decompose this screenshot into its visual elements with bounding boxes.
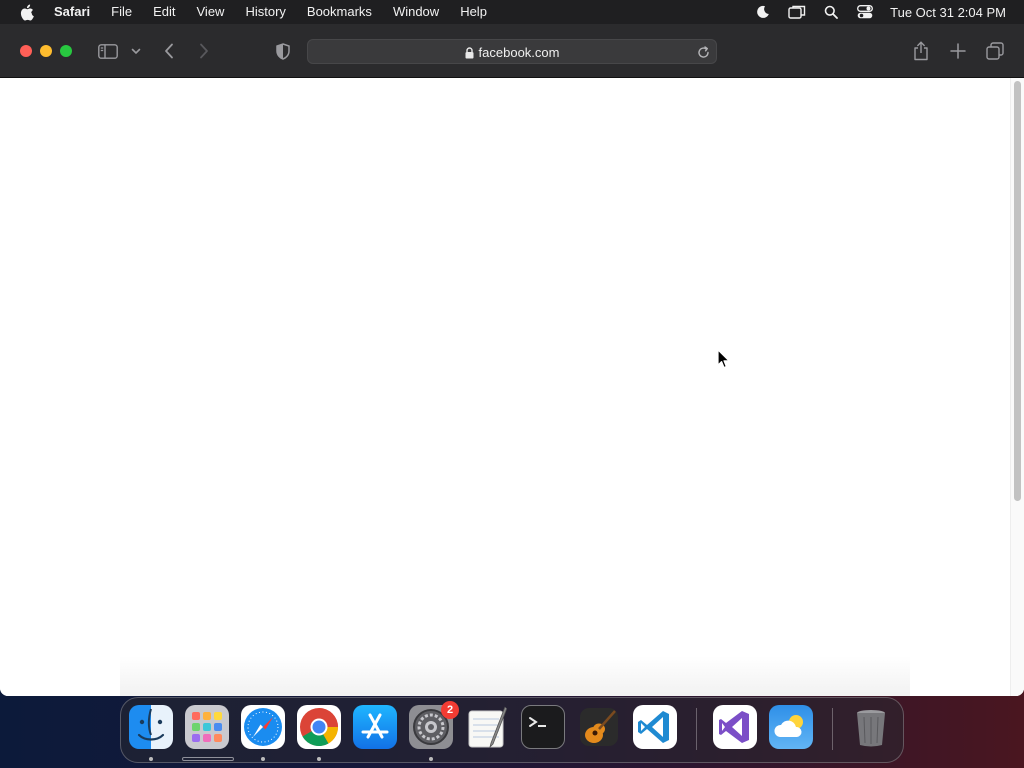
trash-icon xyxy=(849,705,893,749)
page-content[interactable] xyxy=(0,78,1024,696)
dock-chrome[interactable] xyxy=(297,705,343,751)
menu-file[interactable]: File xyxy=(111,0,132,24)
window-maximize-button[interactable] xyxy=(60,45,72,57)
mouse-cursor-icon xyxy=(717,349,731,369)
dock-system-settings[interactable]: 2 xyxy=(409,701,459,751)
menu-bookmarks[interactable]: Bookmarks xyxy=(307,0,372,24)
dock-finder[interactable] xyxy=(129,705,175,751)
share-icon[interactable] xyxy=(911,40,931,62)
guitar-icon xyxy=(577,705,621,749)
dock: 2 xyxy=(120,697,904,763)
dock-launchpad[interactable] xyxy=(185,705,231,751)
menubar-clock[interactable]: Tue Oct 31 2:04 PM xyxy=(890,5,1006,20)
dock-running-indicator xyxy=(429,757,433,761)
dock-safari[interactable] xyxy=(241,705,287,751)
spotlight-search-icon[interactable] xyxy=(822,4,840,20)
control-center-icon[interactable] xyxy=(856,4,874,20)
dock-app-store[interactable] xyxy=(353,705,399,751)
menu-help[interactable]: Help xyxy=(460,0,487,24)
menubar-status-area: Tue Oct 31 2:04 PM xyxy=(738,0,1024,24)
apple-menu-icon[interactable] xyxy=(19,4,35,20)
address-url[interactable]: facebook.com xyxy=(308,40,716,65)
window-minimize-button[interactable] xyxy=(40,45,52,57)
window-close-button[interactable] xyxy=(20,45,32,57)
menu-edit[interactable]: Edit xyxy=(153,0,175,24)
address-bar[interactable]: facebook.com xyxy=(307,39,717,64)
vscode-icon xyxy=(633,705,677,749)
notification-badge: 2 xyxy=(441,701,459,719)
dock-separator xyxy=(696,708,697,750)
menu-view[interactable]: View xyxy=(197,0,225,24)
address-text: facebook.com xyxy=(478,45,560,60)
finder-icon xyxy=(129,705,173,749)
reload-icon[interactable] xyxy=(695,44,711,60)
privacy-shield-icon[interactable] xyxy=(273,40,293,62)
safari-icon xyxy=(241,705,285,749)
dock-weather[interactable] xyxy=(769,705,815,751)
dock-textedit[interactable] xyxy=(465,705,511,751)
safari-window: facebook.com xyxy=(0,24,1024,696)
menu-app-safari[interactable]: Safari xyxy=(54,0,90,24)
chevron-down-icon[interactable] xyxy=(130,40,142,62)
dock-running-indicator xyxy=(261,757,265,761)
terminal-icon xyxy=(521,705,565,749)
weather-icon xyxy=(769,705,813,749)
dock-garageband[interactable] xyxy=(577,705,623,751)
moon-icon[interactable] xyxy=(754,4,772,20)
dock-separator xyxy=(832,708,833,750)
screen-mirroring-icon[interactable] xyxy=(788,4,806,20)
lock-icon xyxy=(465,46,474,59)
chrome-icon xyxy=(297,705,341,749)
visual-studio-icon xyxy=(713,705,757,749)
back-icon[interactable] xyxy=(160,40,178,62)
dock-vscode[interactable] xyxy=(633,705,679,751)
sidebar-icon[interactable] xyxy=(97,40,119,62)
launchpad-icon xyxy=(185,705,229,749)
content-bottom-fade xyxy=(120,656,910,696)
scrollbar[interactable] xyxy=(1010,78,1024,696)
dock-running-indicator xyxy=(149,757,153,761)
dock-running-indicator xyxy=(317,757,321,761)
dock-visual-studio[interactable] xyxy=(713,705,759,751)
dock-terminal[interactable] xyxy=(521,705,567,751)
app-store-icon xyxy=(353,705,397,749)
menu-history[interactable]: History xyxy=(245,0,285,24)
tab-overview-icon[interactable] xyxy=(985,40,1005,62)
new-tab-icon[interactable] xyxy=(948,40,968,62)
menu-window[interactable]: Window xyxy=(393,0,439,24)
scrollbar-thumb[interactable] xyxy=(1014,81,1021,501)
launchpad-active-indicator xyxy=(182,757,234,761)
forward-icon[interactable] xyxy=(195,40,213,62)
textedit-icon xyxy=(465,705,509,749)
safari-toolbar: facebook.com xyxy=(0,24,1024,78)
menu-bar: Safari File Edit View History Bookmarks … xyxy=(0,0,1024,24)
dock-trash[interactable] xyxy=(849,705,895,751)
